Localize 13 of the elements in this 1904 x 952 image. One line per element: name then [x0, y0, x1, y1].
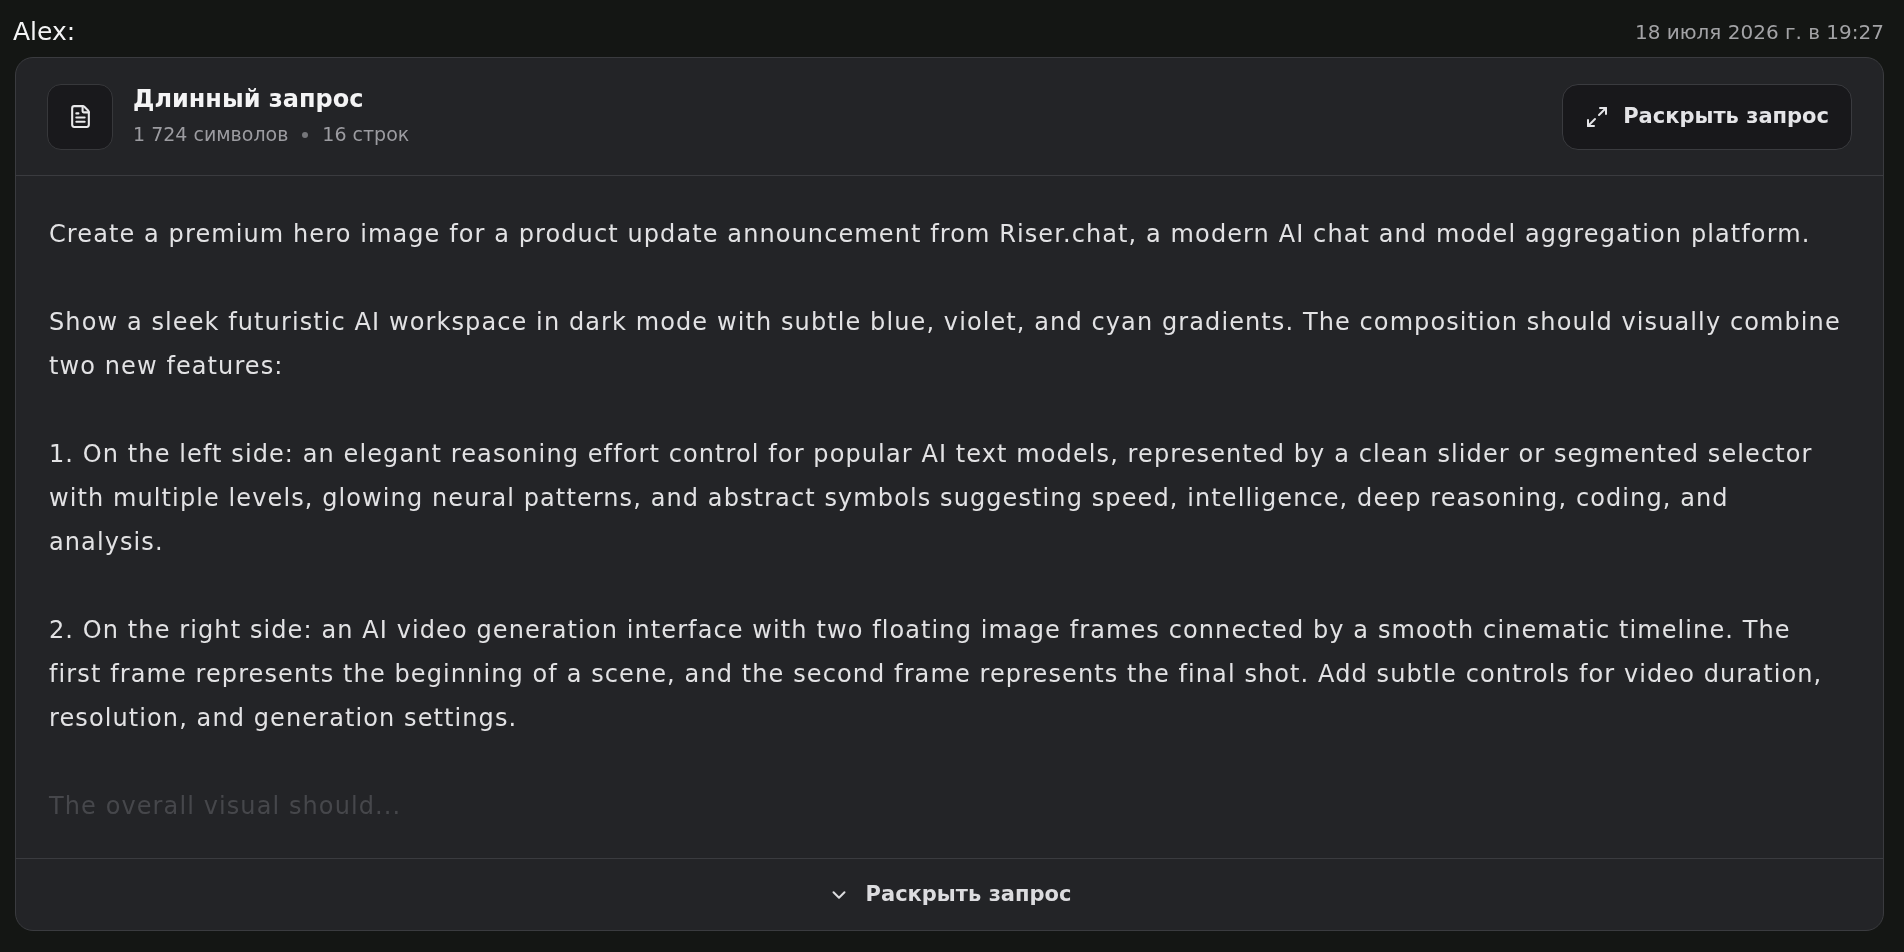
- card-title: Длинный запрос: [133, 84, 365, 115]
- prompt-paragraph: Show a sleek futuristic AI workspace in dark mode with subtle blue, violet, and cyan gradients. The composition should visually combine two new features:: [49, 307, 1842, 382]
- document-icon: [47, 83, 113, 150]
- author-name: Alex:: [13, 16, 76, 49]
- message-timestamp: 18 июля 2026 г. в 19:27: [1634, 19, 1884, 46]
- stat-text: 1 724 символов: [133, 122, 289, 148]
- expand-prompt-button[interactable]: Раскрыть запрос: [1562, 83, 1852, 150]
- footer-expand-button[interactable]: Раскрыть запрос: [827, 878, 1072, 911]
- prompt-paragraph: Create a premium hero image for a product update announcement from Riser.chat, a modern AI chat and model aggregation platform.: [49, 219, 1812, 250]
- expand-icon: [1585, 104, 1610, 129]
- stat-text: 16 строк: [322, 122, 410, 148]
- prompt-paragraph: 2. On the right side: an AI video generation interface with two floating image frames connected by a smooth cinematic timeline. The first frame represents the beginning of a scene, and the second frame represents the final shot. Add subtle controls for video duration, resolution, and generation settings.: [49, 615, 1824, 734]
- prompt-paragraph: 1. On the left side: an elegant reasoning effort control for popular AI text models, represented by a clean slider or segmented selector with multiple levels, glowing neural patterns, and abstract symbols suggesting speed, intelligence, deep reasoning, coding, and analysis.: [49, 439, 1814, 558]
